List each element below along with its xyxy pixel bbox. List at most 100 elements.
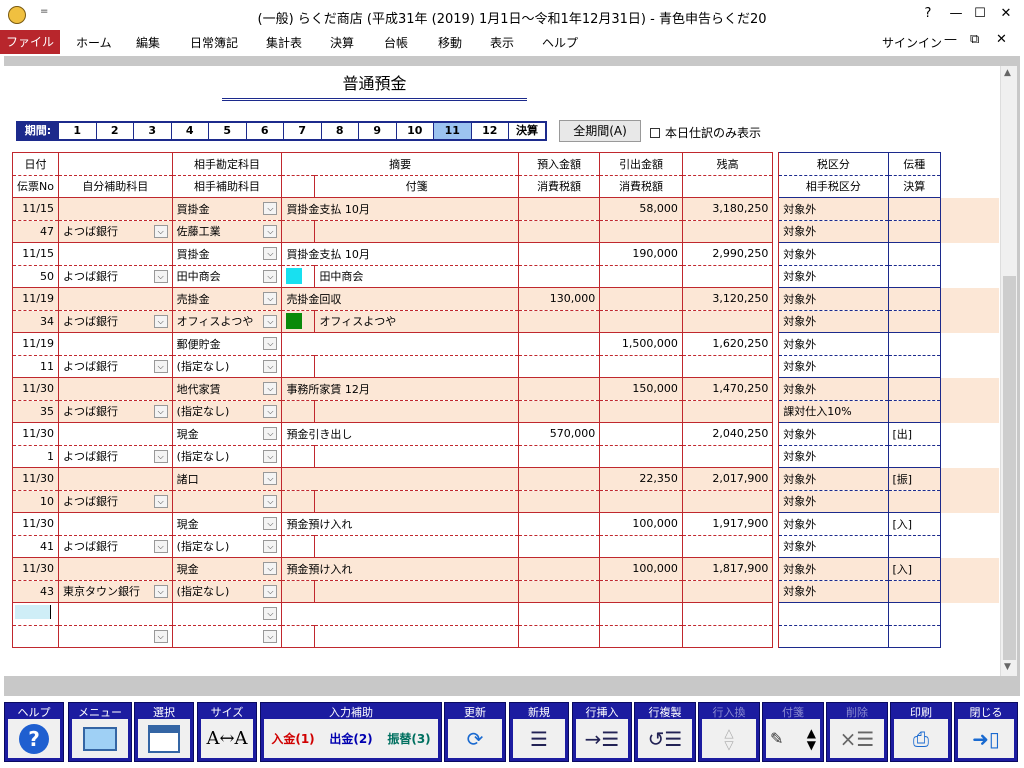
dropdown-icon[interactable]: ⌵ (263, 607, 278, 621)
menu-help[interactable]: ヘルプ (542, 34, 578, 51)
dropdown-icon[interactable]: ⌵ (263, 269, 278, 283)
entry-description[interactable]: 買掛金支払 10月 (281, 242, 519, 265)
all-period-button[interactable]: 全期間(A) (559, 120, 641, 142)
insert-row-button[interactable]: 行挿入 →☰ (572, 702, 632, 762)
entry-note-color[interactable] (281, 264, 316, 288)
entry-note-color[interactable] (281, 579, 316, 603)
entry-withdraw[interactable]: 100,000 (599, 557, 683, 580)
dropdown-icon[interactable]: ⌵ (263, 292, 278, 306)
entry-self-sub-account[interactable]: よつば銀行 ⌵ (57, 399, 173, 423)
entry-tax-category[interactable]: 対象外 (778, 242, 889, 265)
entry-date[interactable]: 11/30 (12, 557, 59, 580)
entry-withdraw[interactable] (599, 422, 683, 445)
ledger-subrow[interactable]: 41 よつば銀行 ⌵ (指定なし) ⌵ 対象外 (12, 534, 1000, 558)
entry-date[interactable]: 11/30 (12, 512, 59, 535)
entry-counter-tax-category[interactable]: 対象外 (778, 264, 889, 288)
today-only-toggle[interactable]: 本日仕訳のみ表示 (650, 124, 761, 141)
entry-description[interactable] (281, 467, 519, 490)
dropdown-icon[interactable]: ⌵ (153, 539, 168, 553)
new-entry-counter-account[interactable]: ⌵ (171, 602, 283, 625)
entry-counter-sub-account[interactable]: ⌵ (171, 489, 283, 513)
entry-note-color[interactable] (281, 534, 316, 558)
dropdown-icon[interactable]: ⌵ (263, 629, 278, 643)
minimize-button[interactable]: — (946, 6, 966, 21)
entry-tax-category[interactable]: 対象外 (778, 512, 889, 535)
close-window-button[interactable]: 閉じる ➜▯ (954, 702, 1018, 762)
ledger-subrow[interactable]: 10 よつば銀行 ⌵ ⌵ 対象外 (12, 489, 1000, 513)
entry-note-color[interactable] (281, 219, 316, 243)
entry-counter-tax-category[interactable]: 課対仕入10% (778, 399, 889, 423)
ledger-row[interactable]: 11/30 諸口 ⌵ 22,350 2,017,900 対象外 [振] (12, 467, 1000, 490)
dropdown-icon[interactable]: ⌵ (263, 562, 278, 576)
entry-counter-sub-account[interactable]: (指定なし) ⌵ (171, 444, 283, 468)
ledger-subrow[interactable]: 35 よつば銀行 ⌵ (指定なし) ⌵ 課対仕入10% (12, 399, 1000, 423)
doc-restore-button[interactable]: ⧉ (970, 32, 979, 47)
entry-sticky-note[interactable] (314, 399, 519, 423)
entry-withdraw[interactable]: 22,350 (599, 467, 683, 490)
sticky-note-button[interactable]: 付箋 ✎ ▲ ▼ (762, 702, 824, 762)
dropdown-icon[interactable]: ⌵ (263, 382, 278, 396)
entry-deposit[interactable] (517, 512, 601, 535)
entry-counter-tax-category[interactable]: 対象外 (778, 489, 889, 513)
entry-tax-category[interactable]: 対象外 (778, 557, 889, 580)
dropdown-icon[interactable]: ⌵ (153, 494, 168, 508)
menu-summary[interactable]: 集計表 (266, 34, 302, 51)
ledger-row[interactable]: 11/30 現金 ⌵ 預金引き出し 570,000 2,040,250 対象外 [… (12, 422, 1000, 445)
dropdown-icon[interactable]: ⌵ (263, 202, 278, 216)
menu-closing[interactable]: 決算 (330, 34, 354, 51)
ledger-subrow[interactable]: 50 よつば銀行 ⌵ 田中商会 ⌵ 田中商会 対象外 (12, 264, 1000, 288)
entry-counter-tax-category[interactable]: 対象外 (778, 354, 889, 378)
doc-close-button[interactable]: ✕ (996, 32, 1007, 47)
dropdown-icon[interactable]: ⌵ (263, 494, 278, 508)
entry-counter-account[interactable]: 売掛金 ⌵ (171, 287, 283, 310)
entry-self-sub-account[interactable]: よつば銀行 ⌵ (57, 489, 173, 513)
note-updown-icon[interactable]: ▲ ▼ (807, 727, 816, 751)
entry-sticky-note[interactable]: オフィスよつや (314, 309, 519, 333)
period-month-1[interactable]: 1 (58, 123, 96, 139)
entry-description[interactable]: 売掛金回収 (281, 287, 519, 310)
dropdown-icon[interactable]: ⌵ (153, 359, 168, 373)
dropdown-icon[interactable]: ⌵ (263, 449, 278, 463)
entry-deposit[interactable]: 570,000 (517, 422, 601, 445)
entry-sticky-note[interactable] (314, 579, 519, 603)
entry-note-color[interactable] (281, 489, 316, 513)
menu-file[interactable]: ファイル (0, 30, 60, 54)
entry-note-color[interactable] (281, 444, 316, 468)
scroll-down-icon[interactable]: ▼ (1004, 662, 1011, 672)
period-month-10[interactable]: 10 (395, 123, 434, 139)
entry-counter-sub-account[interactable]: (指定なし) ⌵ (171, 399, 283, 423)
entry-self-sub-account[interactable]: よつば銀行 ⌵ (57, 354, 173, 378)
entry-tax-category[interactable]: 対象外 (778, 197, 889, 220)
close-button[interactable]: ✕ (996, 6, 1016, 21)
entry-date[interactable]: 11/15 (12, 242, 59, 265)
entry-date[interactable]: 11/19 (12, 332, 59, 355)
entry-description[interactable]: 預金預け入れ (281, 512, 519, 535)
entry-note-color[interactable] (281, 399, 316, 423)
new-entry-subrow[interactable]: ⌵ ⌵ (12, 624, 1000, 648)
menu-edit[interactable]: 編集 (136, 34, 160, 51)
entry-self-sub-account[interactable]: 東京タウン銀行 ⌵ (57, 579, 173, 603)
dropdown-icon[interactable]: ⌵ (153, 629, 168, 643)
ledger-subrow[interactable]: 1 よつば銀行 ⌵ (指定なし) ⌵ 対象外 (12, 444, 1000, 468)
entry-deposit[interactable] (517, 332, 601, 355)
entry-deposit[interactable] (517, 377, 601, 400)
period-month-7[interactable]: 7 (283, 123, 321, 139)
period-month-3[interactable]: 3 (133, 123, 171, 139)
dropdown-icon[interactable]: ⌵ (263, 224, 278, 238)
dropdown-icon[interactable]: ⌵ (153, 314, 168, 328)
menu-tool-button[interactable]: メニュー (68, 702, 132, 762)
entry-withdraw[interactable]: 150,000 (599, 377, 683, 400)
entry-counter-tax-category[interactable]: 対象外 (778, 444, 889, 468)
entry-note-color[interactable] (281, 354, 316, 378)
entry-counter-account[interactable]: 郵便貯金 ⌵ (171, 332, 283, 355)
entry-self-sub-account[interactable]: よつば銀行 ⌵ (57, 444, 173, 468)
entry-tax-category[interactable]: 対象外 (778, 422, 889, 445)
dropdown-icon[interactable]: ⌵ (263, 517, 278, 531)
signin-link[interactable]: サインイン (882, 34, 942, 51)
entry-withdraw[interactable]: 100,000 (599, 512, 683, 535)
new-entry-row[interactable]: ⌵ (12, 602, 1000, 625)
entry-sticky-note[interactable] (314, 354, 519, 378)
new-entry-self-sub-account[interactable]: ⌵ (57, 624, 173, 648)
entry-description[interactable]: 事務所家賃 12月 (281, 377, 519, 400)
entry-sticky-note[interactable]: 田中商会 (314, 264, 519, 288)
